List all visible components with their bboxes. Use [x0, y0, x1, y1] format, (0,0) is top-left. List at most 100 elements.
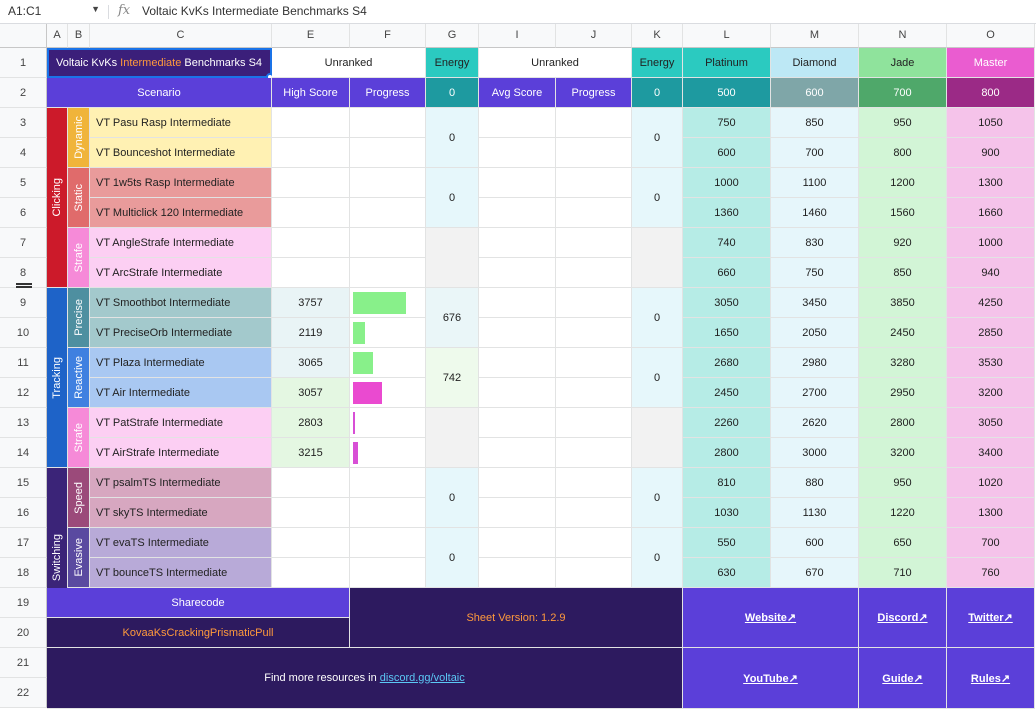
avg-score-cell[interactable] [479, 438, 556, 468]
high-score-cell[interactable]: 3215 [272, 438, 350, 468]
progress-cell[interactable] [350, 258, 426, 288]
high-score-cell[interactable] [272, 228, 350, 258]
avg-progress-cell[interactable] [556, 168, 632, 198]
row-header-2[interactable]: 2 [0, 78, 47, 108]
progress-cell[interactable] [350, 138, 426, 168]
high-score-cell[interactable] [272, 468, 350, 498]
column-header-g[interactable]: G [426, 24, 479, 48]
scenario-name[interactable]: VT AngleStrafe Intermediate [90, 228, 272, 258]
avg-progress-cell[interactable] [556, 528, 632, 558]
progress-cell[interactable] [350, 408, 426, 438]
row-header-9[interactable]: 9 [0, 288, 47, 318]
avg-score-cell[interactable] [479, 378, 556, 408]
row-header-21[interactable]: 21 [0, 648, 47, 678]
column-header-l[interactable]: L [683, 24, 771, 48]
row-header-4[interactable]: 4 [0, 138, 47, 168]
avg-score-cell[interactable] [479, 258, 556, 288]
column-header-j[interactable]: J [556, 24, 632, 48]
avg-score-cell[interactable] [479, 318, 556, 348]
high-score-cell[interactable] [272, 198, 350, 228]
avg-progress-cell[interactable] [556, 108, 632, 138]
row-header-1[interactable]: 1 [0, 48, 47, 78]
sharecode-value[interactable]: KovaaKsCrackingPrismaticPull [47, 618, 350, 648]
progress-cell[interactable] [350, 528, 426, 558]
avg-score-cell[interactable] [479, 228, 556, 258]
scenario-name[interactable]: VT Plaza Intermediate [90, 348, 272, 378]
twitter-link-cell[interactable]: Twitter↗ [947, 588, 1035, 648]
column-header-e[interactable]: E [272, 24, 350, 48]
column-header-o[interactable]: O [947, 24, 1035, 48]
high-score-cell[interactable]: 2119 [272, 318, 350, 348]
website-link[interactable]: Website↗ [745, 611, 796, 624]
scenario-name[interactable]: VT AirStrafe Intermediate [90, 438, 272, 468]
high-score-cell[interactable] [272, 168, 350, 198]
column-header-a[interactable]: A [47, 24, 68, 48]
avg-progress-cell[interactable] [556, 258, 632, 288]
avg-progress-cell[interactable] [556, 438, 632, 468]
column-header-k[interactable]: K [632, 24, 683, 48]
progress-cell[interactable] [350, 438, 426, 468]
row-header-15[interactable]: 15 [0, 468, 47, 498]
row-header-18[interactable]: 18 [0, 558, 47, 588]
discord-link[interactable]: Discord↗ [877, 611, 927, 624]
avg-score-cell[interactable] [479, 138, 556, 168]
avg-score-cell[interactable] [479, 168, 556, 198]
twitter-link[interactable]: Twitter↗ [968, 611, 1012, 624]
row-header-20[interactable]: 20 [0, 618, 47, 648]
progress-cell[interactable] [350, 378, 426, 408]
title-cell[interactable]: Voltaic KvKs Intermediate Benchmarks S4 [47, 48, 272, 78]
high-score-cell[interactable]: 2803 [272, 408, 350, 438]
high-score-cell[interactable] [272, 108, 350, 138]
avg-score-cell[interactable] [479, 408, 556, 438]
discord-voltaic-link[interactable]: discord.gg/voltaic [380, 672, 465, 684]
freeze-handle[interactable] [16, 283, 32, 288]
website-link-cell[interactable]: Website↗ [683, 588, 859, 648]
formula-input[interactable]: Voltaic KvKs Intermediate Benchmarks S4 [142, 4, 367, 18]
youtube-link[interactable]: YouTube↗ [743, 672, 798, 685]
high-score-cell[interactable] [272, 528, 350, 558]
avg-score-cell[interactable] [479, 498, 556, 528]
scenario-name[interactable]: VT psalmTS Intermediate [90, 468, 272, 498]
row-header-12[interactable]: 12 [0, 378, 47, 408]
row-header-22[interactable]: 22 [0, 678, 47, 708]
avg-progress-cell[interactable] [556, 318, 632, 348]
column-header-c[interactable]: C [90, 24, 272, 48]
row-header-13[interactable]: 13 [0, 408, 47, 438]
row-header-7[interactable]: 7 [0, 228, 47, 258]
avg-score-cell[interactable] [479, 558, 556, 588]
row-header-17[interactable]: 17 [0, 528, 47, 558]
avg-score-cell[interactable] [479, 348, 556, 378]
select-all-corner[interactable] [0, 24, 47, 48]
row-header-19[interactable]: 19 [0, 588, 47, 618]
avg-progress-cell[interactable] [556, 408, 632, 438]
column-header-i[interactable]: I [479, 24, 556, 48]
guide-link[interactable]: Guide↗ [882, 672, 922, 685]
avg-progress-cell[interactable] [556, 198, 632, 228]
guide-link-cell[interactable]: Guide↗ [859, 648, 947, 709]
scenario-name[interactable]: VT PreciseOrb Intermediate [90, 318, 272, 348]
avg-score-cell[interactable] [479, 288, 556, 318]
progress-cell[interactable] [350, 498, 426, 528]
avg-progress-cell[interactable] [556, 378, 632, 408]
avg-progress-cell[interactable] [556, 558, 632, 588]
row-header-11[interactable]: 11 [0, 348, 47, 378]
scenario-name[interactable]: VT Smoothbot Intermediate [90, 288, 272, 318]
avg-progress-cell[interactable] [556, 468, 632, 498]
column-header-f[interactable]: F [350, 24, 426, 48]
scenario-name[interactable]: VT ArcStrafe Intermediate [90, 258, 272, 288]
rules-link[interactable]: Rules↗ [971, 672, 1010, 685]
scenario-name[interactable]: VT evaTS Intermediate [90, 528, 272, 558]
scenario-name[interactable]: VT Air Intermediate [90, 378, 272, 408]
avg-progress-cell[interactable] [556, 348, 632, 378]
youtube-link-cell[interactable]: YouTube↗ [683, 648, 859, 709]
avg-score-cell[interactable] [479, 108, 556, 138]
avg-score-cell[interactable] [479, 528, 556, 558]
row-header-3[interactable]: 3 [0, 108, 47, 138]
name-box[interactable]: A1:C1 ▼ [8, 4, 100, 20]
avg-progress-cell[interactable] [556, 288, 632, 318]
scenario-name[interactable]: VT skyTS Intermediate [90, 498, 272, 528]
row-header-5[interactable]: 5 [0, 168, 47, 198]
progress-cell[interactable] [350, 288, 426, 318]
high-score-cell[interactable]: 3057 [272, 378, 350, 408]
column-header-m[interactable]: M [771, 24, 859, 48]
